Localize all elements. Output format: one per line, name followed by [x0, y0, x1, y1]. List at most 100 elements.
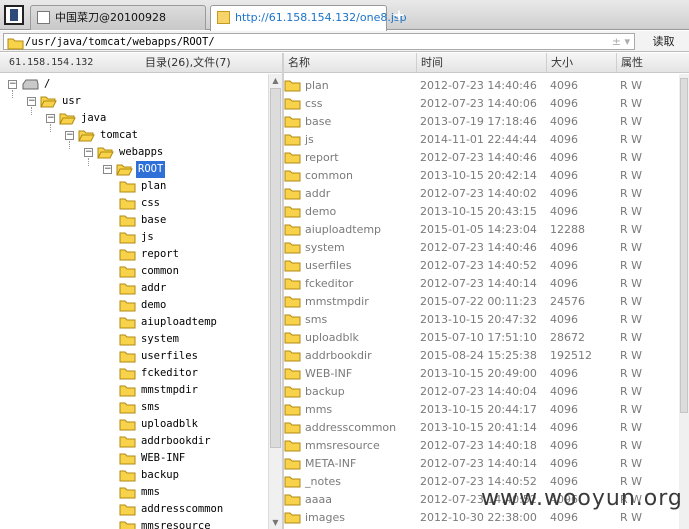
- collapse-toggle-icon[interactable]: −: [8, 80, 17, 89]
- file-row[interactable]: fckeditor 2012-07-23 14:40:14 4096 R W: [284, 275, 679, 293]
- tree-node-label: tomcat: [100, 129, 138, 141]
- file-time: 2013-10-15 20:44:17: [420, 403, 537, 416]
- file-time: 2012-07-23 14:40:14: [420, 457, 537, 470]
- file-row[interactable]: js 2014-11-01 22:44:44 4096 R W: [284, 131, 679, 149]
- file-row[interactable]: report 2012-07-23 14:40:46 4096 R W: [284, 149, 679, 167]
- column-name[interactable]: 名称: [284, 53, 416, 73]
- file-name: _notes: [305, 475, 342, 488]
- file-row[interactable]: backup 2012-07-23 14:40:04 4096 R W: [284, 383, 679, 401]
- file-row[interactable]: WEB-INF 2013-10-15 20:49:00 4096 R W: [284, 365, 679, 383]
- folder-icon: [284, 494, 301, 506]
- file-time: 2012-07-23 14:40:06: [420, 97, 537, 110]
- tree-scroll-thumb[interactable]: [270, 88, 281, 448]
- file-list: plan 2012-07-23 14:40:46 4096 R W css 2012-07…: [284, 74, 679, 529]
- tree-guide-line: [31, 107, 32, 115]
- file-name: js: [305, 133, 314, 146]
- folder-icon: [119, 300, 136, 312]
- folder-icon: [119, 453, 136, 465]
- folder-icon: [7, 38, 24, 50]
- tree-node-label: mmstmpdir: [141, 384, 198, 396]
- tree-scrollbar[interactable]: ▲ ▼: [268, 74, 282, 529]
- file-row[interactable]: sms 2013-10-15 20:47:32 4096 R W: [284, 311, 679, 329]
- file-size: 4096: [550, 385, 578, 398]
- tree-node-label: mms: [141, 486, 160, 498]
- file-size: 4096: [550, 205, 578, 218]
- read-button[interactable]: 读取: [640, 32, 687, 51]
- file-row[interactable]: images 2012-10-30 22:38:00 4096 R W: [284, 509, 679, 527]
- folder-icon: [284, 98, 301, 110]
- file-attr: R W: [620, 349, 643, 362]
- file-time: 2015-01-05 14:23:04: [420, 223, 537, 236]
- file-row[interactable]: mmsresource 2012-07-23 14:40:18 4096 R W: [284, 437, 679, 455]
- folder-icon: [284, 350, 301, 362]
- file-list-scroll-thumb[interactable]: [680, 78, 688, 413]
- file-row[interactable]: uploadblk 2015-07-10 17:51:10 28672 R W: [284, 329, 679, 347]
- tree-node-label: userfiles: [141, 350, 198, 362]
- file-size: 4096: [550, 421, 578, 434]
- file-row[interactable]: META-INF 2012-07-23 14:40:14 4096 R W: [284, 455, 679, 473]
- file-row[interactable]: css 2012-07-23 14:40:06 4096 R W: [284, 95, 679, 113]
- file-list-scrollbar[interactable]: [679, 74, 689, 529]
- file-size: 24576: [550, 295, 585, 308]
- file-attr: R W: [620, 97, 643, 110]
- column-size[interactable]: 大小: [546, 53, 616, 73]
- file-row[interactable]: aiuploadtemp 2015-01-05 14:23:04 12288 R W: [284, 221, 679, 239]
- file-name: images: [305, 511, 345, 524]
- file-name: mms: [305, 403, 333, 416]
- file-name: fckeditor: [305, 277, 354, 290]
- column-time[interactable]: 时间: [416, 53, 546, 73]
- folder-icon: [284, 314, 301, 326]
- column-attr[interactable]: 属性: [616, 53, 679, 73]
- tree-guide-line: [88, 158, 89, 166]
- collapse-toggle-icon[interactable]: −: [103, 165, 112, 174]
- file-attr: R W: [620, 115, 643, 128]
- file-size: 4096: [550, 133, 578, 146]
- path-input[interactable]: /usr/java/tomcat/webapps/ROOT/ ± ▾: [3, 33, 635, 50]
- file-row[interactable]: mms 2013-10-15 20:44:17 4096 R W: [284, 401, 679, 419]
- file-size: 4096: [550, 277, 578, 290]
- scroll-down-icon[interactable]: ▼: [271, 518, 280, 527]
- tree-node-label: css: [141, 197, 160, 209]
- file-row[interactable]: addresscommon 2013-10-15 20:41:14 4096 R W: [284, 419, 679, 437]
- collapse-toggle-icon[interactable]: −: [46, 114, 55, 123]
- file-name: uploadblk: [305, 331, 359, 344]
- file-time: 2013-07-19 17:18:46: [420, 115, 537, 128]
- file-name: aaaa: [305, 493, 332, 506]
- file-row[interactable]: system 2012-07-23 14:40:46 4096 R W: [284, 239, 679, 257]
- file-row[interactable]: addr 2012-07-23 14:40:02 4096 R W: [284, 185, 679, 203]
- folder-icon: [119, 487, 136, 499]
- file-row[interactable]: common 2013-10-15 20:42:14 4096 R W: [284, 167, 679, 185]
- scroll-up-icon[interactable]: ▲: [271, 76, 280, 85]
- file-size: 4096: [550, 79, 578, 92]
- file-attr: R W: [620, 313, 643, 326]
- folder-open-icon: [116, 164, 133, 176]
- drive-icon: [22, 79, 39, 90]
- file-attr: R W: [620, 367, 643, 380]
- file-name: demo: [305, 205, 337, 218]
- file-row[interactable]: base 2013-07-19 17:18:46 4096 R W: [284, 113, 679, 131]
- file-row[interactable]: userfiles 2012-07-23 14:40:52 4096 R W: [284, 257, 679, 275]
- folder-icon: [284, 80, 301, 92]
- folder-icon: [119, 249, 136, 261]
- collapse-toggle-icon[interactable]: −: [27, 97, 36, 106]
- collapse-toggle-icon[interactable]: −: [65, 131, 74, 140]
- file-row[interactable]: addrbookdir 2015-08-24 15:25:38 192512 R W: [284, 347, 679, 365]
- tab-app-title[interactable]: 中国菜刀@20100928: [30, 5, 206, 30]
- path-dropdown-icon[interactable]: ± ▾: [612, 34, 630, 49]
- file-name: base: [305, 115, 332, 128]
- collapse-toggle-icon[interactable]: −: [84, 148, 93, 157]
- file-name: addrbookdir: [305, 349, 372, 362]
- file-time: 2013-10-15 20:43:15: [420, 205, 537, 218]
- file-name: report: [305, 151, 339, 164]
- tab-bar: 中国菜刀@20100928 http://61.158.154.132/one8…: [0, 0, 689, 31]
- file-row[interactable]: demo 2013-10-15 20:43:15 4096 R W: [284, 203, 679, 221]
- tree-node-label: demo: [141, 299, 167, 311]
- tab-shell-url[interactable]: http://61.158.154.132/one8.jsp: [210, 5, 407, 31]
- folder-icon: [284, 422, 301, 434]
- file-size: 4096: [550, 457, 578, 470]
- file-row[interactable]: mmstmpdir 2015-07-22 00:11:23 24576 R W: [284, 293, 679, 311]
- new-tab-button[interactable]: +: [392, 6, 406, 24]
- folder-icon: [119, 181, 136, 193]
- file-name: plan: [305, 79, 329, 92]
- file-row[interactable]: plan 2012-07-23 14:40:46 4096 R W: [284, 77, 679, 95]
